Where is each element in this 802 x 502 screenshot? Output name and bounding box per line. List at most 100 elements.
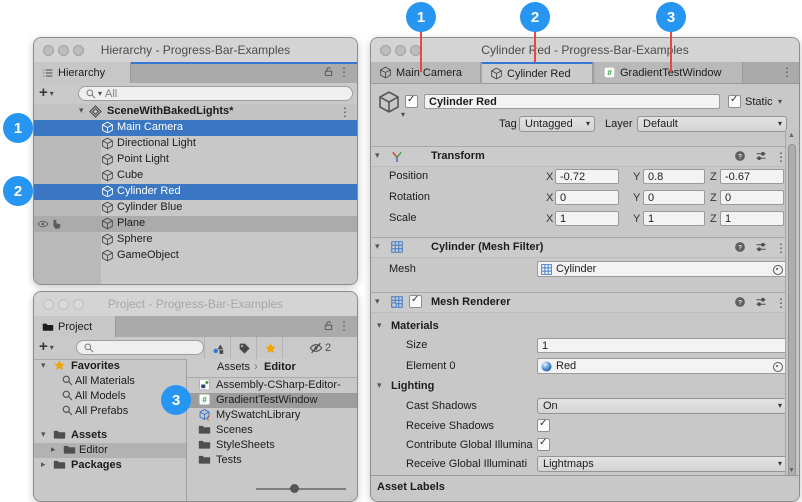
kebab-menu-icon[interactable]: ⋮ — [338, 319, 350, 333]
materials-size-field[interactable]: 1 — [537, 338, 787, 353]
object-picker-icon[interactable] — [773, 265, 783, 275]
slider-knob[interactable] — [290, 484, 299, 493]
preset-icon[interactable] — [755, 296, 767, 308]
project-file-scenes[interactable]: Scenes — [187, 423, 357, 438]
hierarchy-item-cube[interactable]: Cube — [34, 168, 357, 184]
foldout-open-icon[interactable]: ▾ — [377, 320, 382, 331]
mesh-object-field[interactable]: Cylinder — [537, 261, 787, 277]
preset-icon[interactable] — [755, 150, 767, 162]
project-file-gradienttestwindow[interactable]: #GradientTestWindow — [187, 393, 357, 408]
scroll-up-icon[interactable]: ▲ — [788, 132, 795, 139]
mesh-filter-header[interactable]: ▾ Cylinder (Mesh Filter) ? ⋮ — [371, 237, 785, 258]
scrollbar-thumb[interactable] — [788, 144, 796, 499]
materials-foldout[interactable]: ▾ Materials — [371, 318, 785, 336]
project-file-myswatchlibrary[interactable]: {MySwatchLibrary — [187, 408, 357, 423]
foldout-open-icon[interactable]: ▾ — [41, 360, 46, 371]
foldout-open-icon[interactable]: ▾ — [79, 105, 84, 116]
foldout-open-icon[interactable]: ▾ — [375, 296, 380, 307]
contribute-gi-checkbox[interactable]: ✓ — [537, 438, 550, 451]
foldout-closed-icon[interactable]: ▸ — [51, 444, 56, 455]
breadcrumb-current[interactable]: Editor — [264, 361, 296, 373]
project-tree-item-favorites[interactable]: ▾Favorites — [34, 359, 186, 374]
transform-header[interactable]: ▾ Transform ? ⋮ — [371, 146, 785, 167]
scroll-down-icon[interactable]: ▼ — [788, 467, 795, 474]
project-file-assembly-csharp-editor-[interactable]: Assembly-CSharp-Editor- — [187, 378, 357, 393]
receive-gi-dropdown[interactable]: Lightmaps▾ — [537, 456, 787, 472]
tab-project[interactable]: Project — [34, 316, 116, 337]
kebab-menu-icon[interactable]: ⋮ — [339, 105, 351, 119]
position-y-field[interactable]: 0.8 — [643, 169, 705, 184]
hierarchy-item-directional-light[interactable]: Directional Light — [34, 136, 357, 152]
lock-icon[interactable] — [322, 65, 335, 78]
project-tree-item-editor[interactable]: ▸Editor — [34, 443, 186, 458]
active-checkbox[interactable]: ✓ — [405, 95, 418, 108]
layer-dropdown[interactable]: Default▾ — [637, 116, 787, 132]
hierarchy-item-cylinder-red[interactable]: Cylinder Red — [34, 184, 357, 200]
add-button[interactable]: + ▾ — [39, 85, 54, 101]
asset-labels-section[interactable]: Asset Labels — [371, 475, 799, 501]
hierarchy-titlebar[interactable]: Hierarchy - Progress-Bar-Examples — [34, 38, 357, 63]
help-icon[interactable]: ? — [734, 241, 746, 253]
hierarchy-search-input[interactable]: ▾ All — [78, 86, 353, 101]
pick-icon[interactable] — [51, 218, 63, 230]
foldout-open-icon[interactable]: ▾ — [375, 241, 380, 252]
hierarchy-item-sphere[interactable]: Sphere — [34, 232, 357, 248]
cast-shadows-dropdown[interactable]: On▾ — [537, 398, 787, 414]
kebab-menu-icon[interactable]: ⋮ — [781, 65, 793, 79]
breadcrumb-root[interactable]: Assets — [217, 361, 250, 373]
gameobject-cube-icon[interactable] — [377, 90, 401, 114]
foldout-open-icon[interactable]: ▾ — [375, 150, 380, 161]
object-picker-icon[interactable] — [773, 362, 783, 372]
help-icon[interactable]: ? — [734, 296, 746, 308]
hidden-packages-button[interactable]: 2 — [282, 337, 357, 359]
scene-row[interactable]: ▾ SceneWithBakedLights* ⋮ — [34, 104, 357, 121]
hierarchy-item-point-light[interactable]: Point Light — [34, 152, 357, 168]
preset-icon[interactable] — [755, 241, 767, 253]
kebab-menu-icon[interactable]: ⋮ — [338, 65, 350, 79]
receive-shadows-checkbox[interactable]: ✓ — [537, 419, 550, 432]
rotation-z-field[interactable]: 0 — [720, 190, 784, 205]
mesh-renderer-header[interactable]: ▾ ✓ Mesh Renderer ? ⋮ — [371, 292, 785, 313]
hierarchy-item-plane[interactable]: Plane — [34, 216, 357, 232]
chevron-down-icon[interactable]: ▾ — [778, 97, 782, 106]
help-icon[interactable]: ? — [734, 150, 746, 162]
tab-hierarchy[interactable]: Hierarchy — [34, 62, 131, 83]
lock-icon[interactable] — [322, 319, 335, 332]
rotation-x-field[interactable]: 0 — [555, 190, 619, 205]
project-tree-item-assets[interactable]: ▾Assets — [34, 428, 186, 443]
component-enabled-checkbox[interactable]: ✓ — [409, 295, 422, 308]
foldout-open-icon[interactable]: ▾ — [377, 380, 382, 391]
hierarchy-item-main-camera[interactable]: Main Camera — [34, 120, 357, 136]
material-object-field[interactable]: Red — [537, 358, 787, 374]
foldout-open-icon[interactable]: ▾ — [41, 429, 46, 440]
tab-cylinder-red[interactable]: Cylinder Red — [482, 62, 593, 83]
foldout-closed-icon[interactable]: ▸ — [41, 459, 46, 470]
position-z-field[interactable]: -0.67 — [720, 169, 784, 184]
project-tree-item-packages[interactable]: ▸Packages — [34, 458, 186, 473]
scale-x-field[interactable]: 1 — [555, 211, 619, 226]
add-button[interactable]: + ▾ — [39, 339, 54, 355]
favorites-filter-button[interactable] — [256, 337, 283, 359]
position-x-field[interactable]: -0.72 — [555, 169, 619, 184]
project-file-tests[interactable]: Tests — [187, 453, 357, 468]
scale-y-field[interactable]: 1 — [643, 211, 705, 226]
eye-icon[interactable] — [37, 218, 49, 230]
project-titlebar[interactable]: Project - Progress-Bar-Examples — [34, 292, 357, 317]
project-search-input[interactable] — [76, 340, 204, 355]
search-by-type-button[interactable] — [204, 337, 231, 359]
project-tree-item-all-materials[interactable]: All Materials — [34, 374, 186, 389]
lighting-foldout[interactable]: ▾ Lighting — [371, 378, 785, 396]
hierarchy-item-gameobject[interactable]: GameObject — [34, 248, 357, 264]
search-by-label-button[interactable] — [230, 337, 257, 359]
inspector-scrollbar[interactable]: ▲ ▼ — [785, 130, 799, 476]
rotation-y-field[interactable]: 0 — [643, 190, 705, 205]
static-checkbox[interactable]: ✓ — [728, 95, 741, 108]
thumbnail-zoom-slider[interactable] — [256, 488, 346, 490]
tab-main-camera[interactable]: Main Camera — [371, 62, 481, 83]
tag-dropdown[interactable]: Untagged▾ — [519, 116, 595, 132]
chevron-down-icon[interactable]: ▾ — [401, 110, 405, 119]
project-file-stylesheets[interactable]: StyleSheets — [187, 438, 357, 453]
tab-gradienttestwindow[interactable]: #GradientTestWindow — [595, 62, 743, 83]
inspector-titlebar[interactable]: Cylinder Red - Progress-Bar-Examples — [371, 38, 799, 63]
hierarchy-item-cylinder-blue[interactable]: Cylinder Blue — [34, 200, 357, 216]
